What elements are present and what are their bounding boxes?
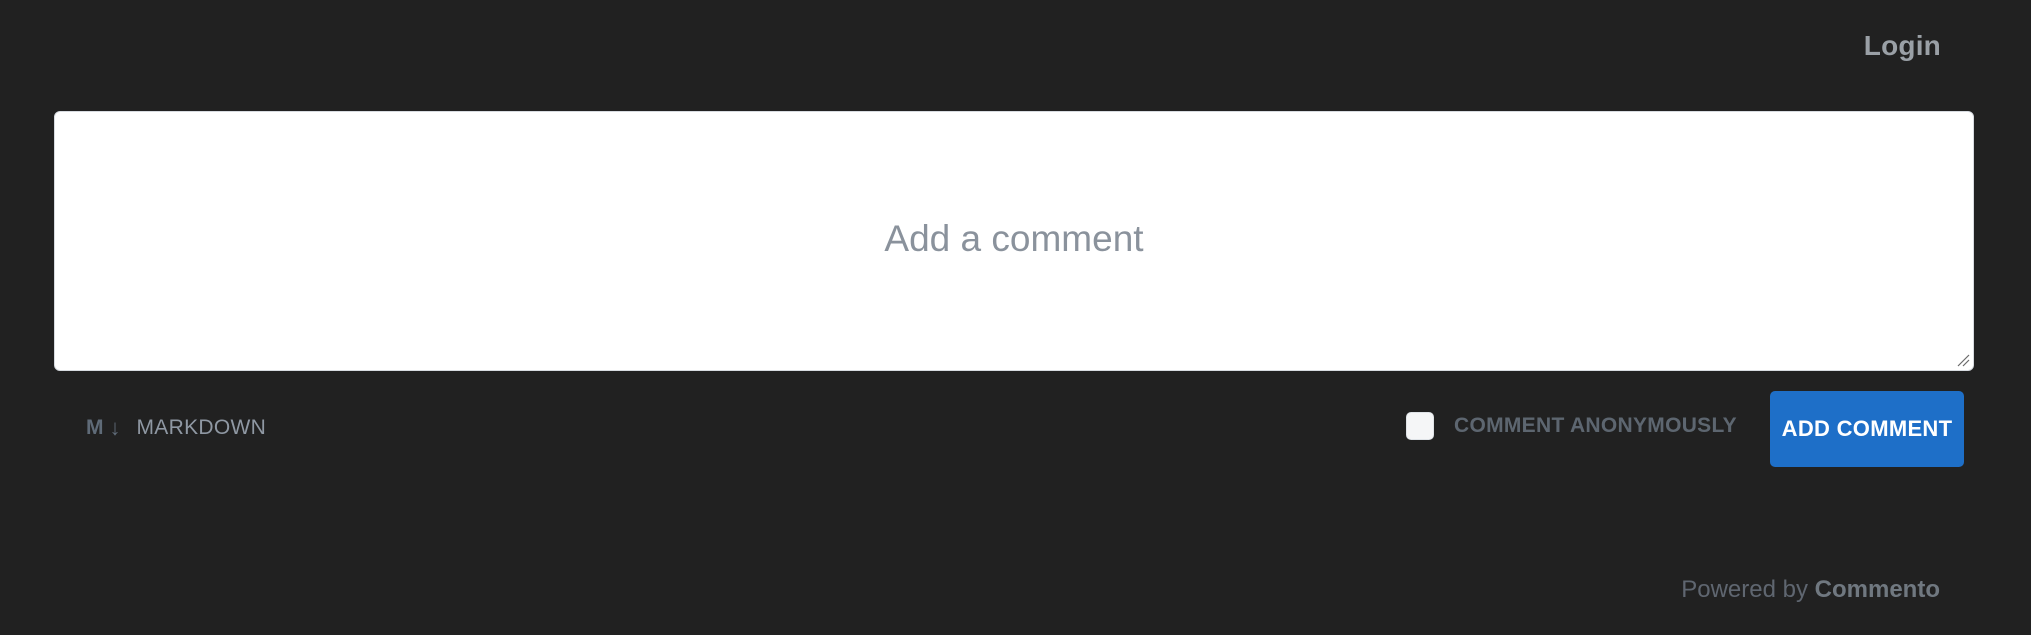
comment-box [54, 111, 1974, 371]
markdown-toggle[interactable]: M ↓ MARKDOWN [86, 414, 266, 442]
anonymous-checkbox[interactable] [1406, 412, 1434, 440]
markdown-icon: M ↓ [86, 415, 121, 441]
resize-handle-icon[interactable] [1956, 353, 1970, 367]
markdown-icon-letter: M [86, 416, 104, 439]
anonymous-label[interactable]: COMMENT ANONYMOUSLY [1454, 414, 1737, 438]
login-link[interactable]: Login [1864, 30, 1941, 62]
powered-by-text: Powered by [1681, 576, 1808, 603]
add-comment-button[interactable]: ADD COMMENT [1770, 391, 1964, 467]
markdown-icon-arrow: ↓ [109, 415, 121, 440]
commento-brand-link[interactable]: Commento [1815, 576, 1940, 603]
comment-textarea[interactable] [55, 112, 1973, 370]
markdown-label: MARKDOWN [136, 416, 267, 439]
anonymous-toggle[interactable]: COMMENT ANONYMOUSLY [1406, 412, 1737, 440]
powered-by: Powered by Commento [1681, 576, 1940, 604]
